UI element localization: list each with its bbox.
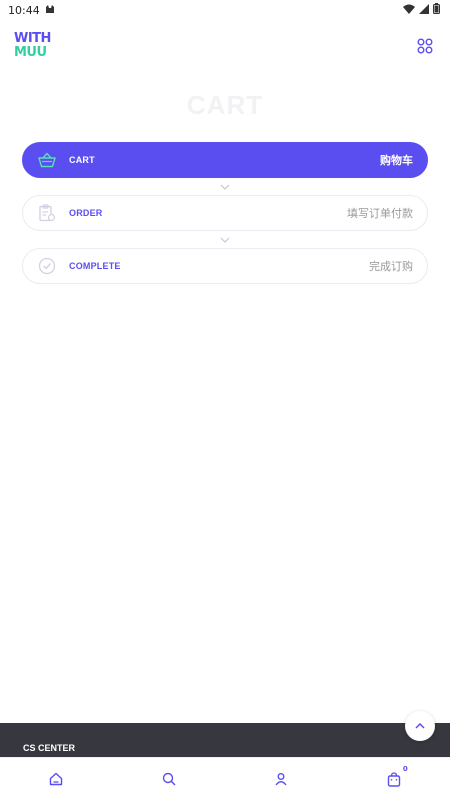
chevron-up-icon [415, 723, 425, 729]
nav-account-button[interactable] [261, 759, 301, 799]
app-header: WITH MUU [0, 28, 450, 64]
menu-button[interactable] [414, 35, 436, 57]
nav-cart-button[interactable]: 0 [374, 759, 414, 799]
chevron-down-icon [220, 184, 230, 190]
step-order-label: ORDER [69, 208, 103, 218]
scroll-to-top-button[interactable] [405, 711, 435, 741]
cs-center-title: CS CENTER [23, 743, 76, 753]
footer: CS CENTER [0, 723, 450, 757]
step-cart[interactable]: CART 购物车 [22, 142, 428, 178]
basket-icon [37, 150, 57, 170]
step-cart-label: CART [69, 155, 95, 165]
user-icon [275, 773, 287, 786]
grid-menu-icon [417, 38, 433, 54]
page-title: CART [186, 90, 264, 120]
signal-icon [419, 3, 429, 17]
status-right [403, 3, 440, 17]
withmuu-logo[interactable]: WITH MUU [14, 32, 54, 60]
step-complete[interactable]: COMPLETE 完成订购 [22, 248, 428, 284]
cart-count-badge: 0 [402, 765, 408, 773]
nav-search-button[interactable] [149, 759, 189, 799]
step-separator [22, 178, 428, 195]
logo-line-2: MUU [14, 45, 47, 60]
checkout-steps: CART 购物车 ORDER 填写订单付款 COMPLETE 完成订购 [22, 142, 428, 284]
shopping-bag-icon [387, 771, 400, 787]
nav-home-button[interactable] [36, 759, 76, 799]
status-left: 10:44 [8, 4, 55, 17]
bottom-nav: 0 [0, 757, 450, 800]
check-circle-icon [37, 256, 57, 276]
step-cart-label-cn: 购物车 [380, 154, 413, 167]
step-complete-label-cn: 完成订购 [369, 260, 413, 273]
status-bar: 10:44 [0, 0, 450, 20]
step-order-label-cn: 填写订单付款 [347, 207, 413, 220]
step-complete-label: COMPLETE [69, 261, 121, 271]
logo-line-1: WITH [14, 31, 51, 46]
step-order[interactable]: ORDER 填写订单付款 [22, 195, 428, 231]
status-time: 10:44 [8, 3, 40, 17]
clipboard-icon [37, 203, 57, 223]
notification-cat-icon [45, 4, 55, 17]
step-separator [22, 231, 428, 248]
chevron-down-icon [220, 237, 230, 243]
search-icon [162, 772, 176, 786]
battery-icon [433, 3, 440, 17]
home-icon [50, 772, 63, 786]
wifi-icon [403, 4, 415, 17]
